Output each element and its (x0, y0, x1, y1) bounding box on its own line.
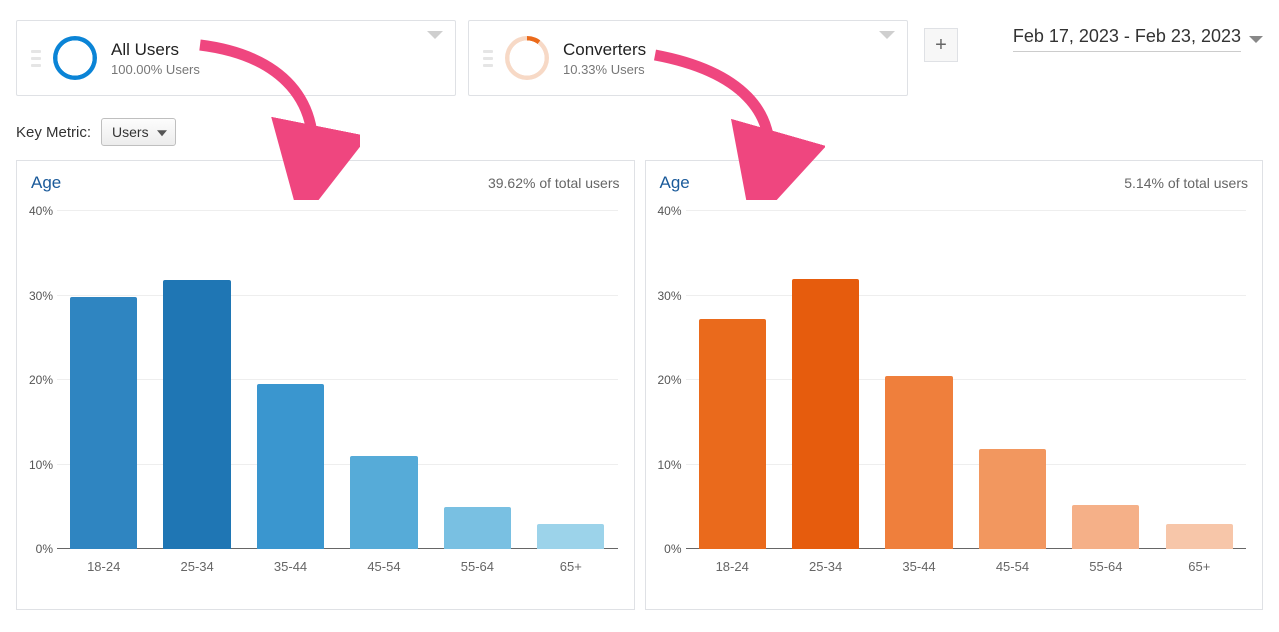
grid-line (57, 210, 618, 211)
grid-line (686, 379, 1247, 380)
age-chart-all-users: Age 39.62% of total users 0%10%20%30%40%… (16, 160, 635, 610)
key-metric-value: Users (112, 124, 149, 140)
x-tick-label: 45-54 (996, 559, 1029, 574)
grid-line (686, 295, 1247, 296)
chart-x-axis: 18-24 25-34 35-44 45-54 55-64 65+ (57, 559, 618, 579)
x-tick-label: 35-44 (274, 559, 307, 574)
bar[interactable] (350, 456, 417, 549)
chevron-down-icon (1249, 36, 1263, 43)
bar[interactable] (1166, 524, 1233, 549)
x-tick-label: 18-24 (716, 559, 749, 574)
chart-plot-area: 0%10%20%30%40% (686, 211, 1247, 549)
chart-title: Age (660, 173, 690, 193)
x-tick-label: 18-24 (87, 559, 120, 574)
bar[interactable] (257, 384, 324, 549)
x-tick-label: 25-34 (181, 559, 214, 574)
chart-plot-area: 0%10%20%30%40% (57, 211, 618, 549)
key-metric-select[interactable]: Users (101, 118, 176, 146)
y-tick-label: 30% (19, 289, 53, 303)
plus-icon: + (935, 34, 947, 57)
date-range-label: Feb 17, 2023 - Feb 23, 2023 (1013, 26, 1241, 52)
chart-subtitle: 39.62% of total users (488, 175, 620, 191)
chevron-down-icon[interactable] (427, 31, 443, 39)
y-tick-label: 10% (648, 458, 682, 472)
y-tick-label: 40% (648, 204, 682, 218)
charts-row: Age 39.62% of total users 0%10%20%30%40%… (16, 160, 1263, 610)
y-tick-label: 40% (19, 204, 53, 218)
x-tick-label: 55-64 (1089, 559, 1122, 574)
grid-line (57, 464, 618, 465)
x-tick-label: 55-64 (461, 559, 494, 574)
age-chart-converters: Age 5.14% of total users 0%10%20%30%40% … (645, 160, 1264, 610)
bar[interactable] (699, 319, 766, 549)
segment-converters[interactable]: Converters 10.33% Users (468, 20, 908, 96)
y-tick-label: 20% (19, 373, 53, 387)
grid-line (686, 210, 1247, 211)
y-tick-label: 20% (648, 373, 682, 387)
x-tick-label: 45-54 (367, 559, 400, 574)
grid-line (57, 548, 618, 549)
grid-line (686, 464, 1247, 465)
segment-subtext: 10.33% Users (563, 62, 646, 77)
y-tick-label: 0% (19, 542, 53, 556)
segment-title: Converters (563, 40, 646, 60)
drag-handle-icon[interactable] (483, 50, 493, 67)
key-metric-row: Key Metric: Users (16, 118, 1263, 146)
key-metric-label: Key Metric: (16, 124, 91, 141)
add-segment-button[interactable]: + (924, 28, 958, 62)
x-tick-label: 65+ (1188, 559, 1210, 574)
segment-ring-icon (53, 36, 97, 80)
date-range-picker[interactable]: Feb 17, 2023 - Feb 23, 2023 (1013, 20, 1263, 52)
segment-subtext: 100.00% Users (111, 62, 200, 77)
grid-line (57, 379, 618, 380)
grid-line (686, 548, 1247, 549)
y-tick-label: 30% (648, 289, 682, 303)
chart-title: Age (31, 173, 61, 193)
segment-ring-icon (505, 36, 549, 80)
y-tick-label: 0% (648, 542, 682, 556)
bar[interactable] (885, 376, 952, 549)
bar[interactable] (163, 280, 230, 549)
segment-text: All Users 100.00% Users (111, 40, 200, 77)
grid-line (57, 295, 618, 296)
chevron-down-icon[interactable] (879, 31, 895, 39)
bar[interactable] (792, 279, 859, 549)
bar[interactable] (1072, 505, 1139, 549)
bar[interactable] (537, 524, 604, 549)
y-tick-label: 10% (19, 458, 53, 472)
x-tick-label: 65+ (560, 559, 582, 574)
x-tick-label: 25-34 (809, 559, 842, 574)
segment-all-users[interactable]: All Users 100.00% Users (16, 20, 456, 96)
drag-handle-icon[interactable] (31, 50, 41, 67)
segment-text: Converters 10.33% Users (563, 40, 646, 77)
bar[interactable] (444, 507, 511, 549)
chart-subtitle: 5.14% of total users (1124, 175, 1248, 191)
bar[interactable] (70, 297, 137, 549)
x-tick-label: 35-44 (902, 559, 935, 574)
chart-x-axis: 18-24 25-34 35-44 45-54 55-64 65+ (686, 559, 1247, 579)
bar[interactable] (979, 449, 1046, 549)
analytics-dashboard: All Users 100.00% Users Converters 10.33… (0, 0, 1279, 632)
segment-row: All Users 100.00% Users Converters 10.33… (16, 20, 1263, 96)
segment-title: All Users (111, 40, 200, 60)
